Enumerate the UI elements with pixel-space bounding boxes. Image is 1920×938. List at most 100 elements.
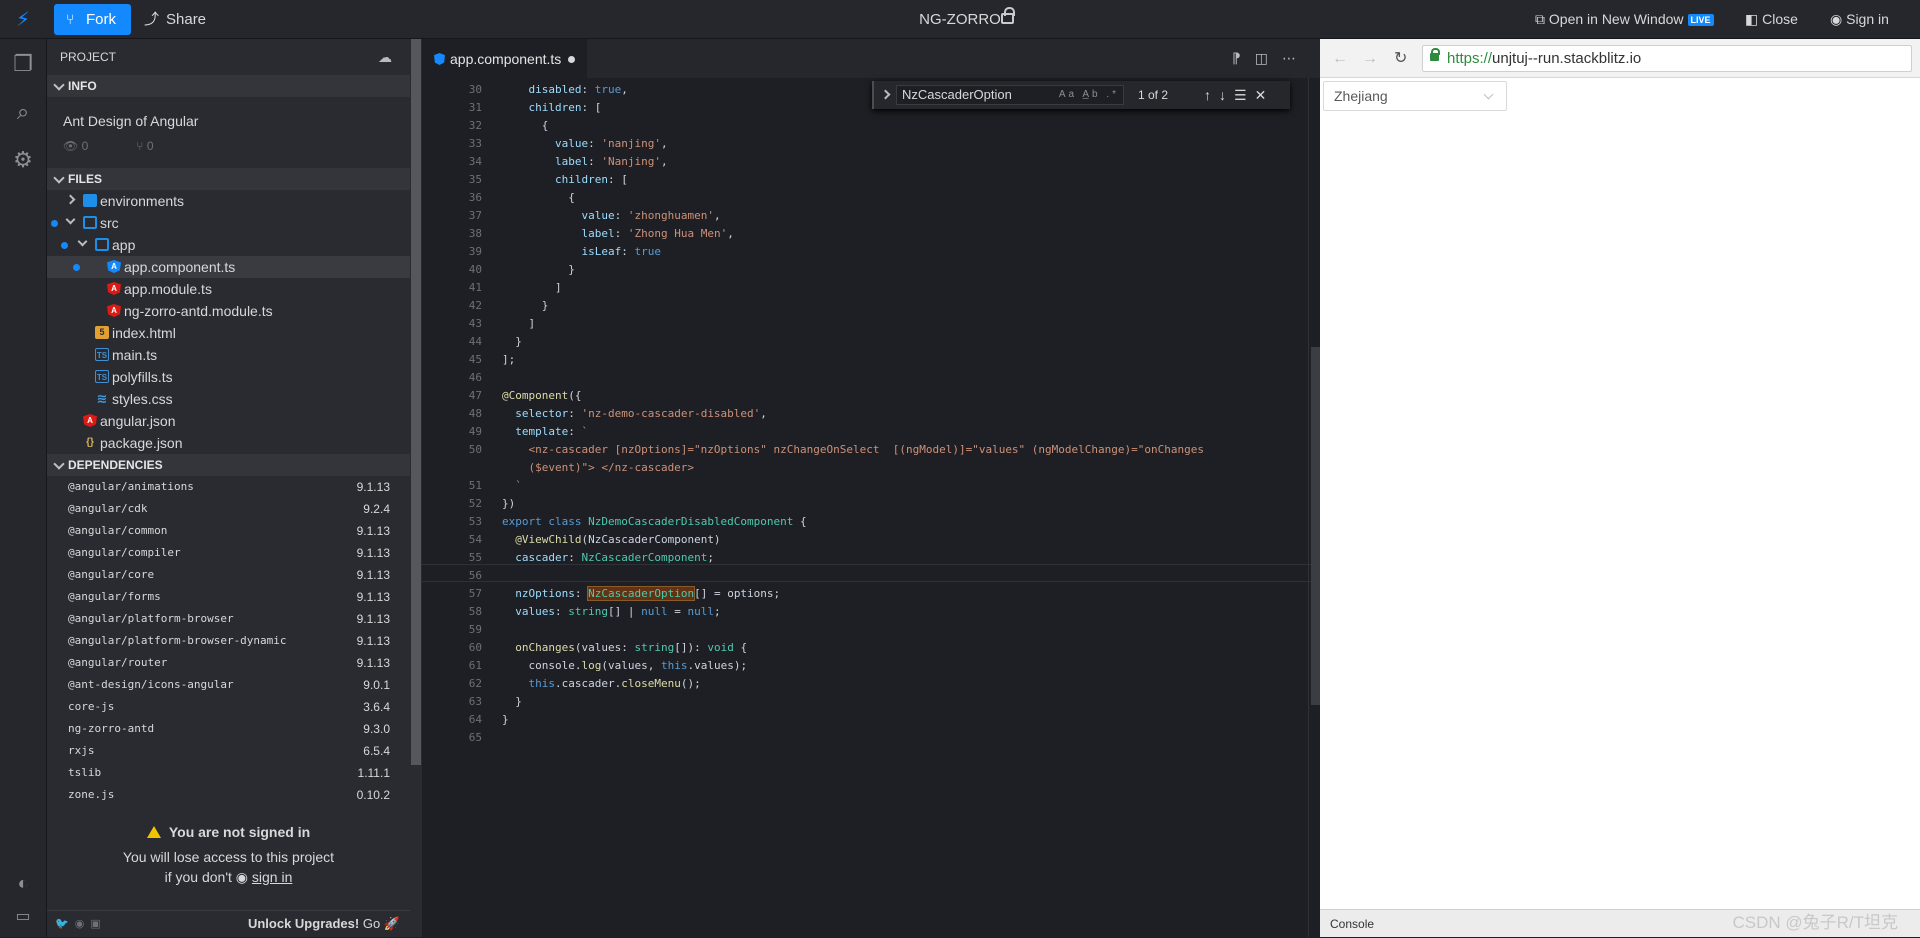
file-item[interactable]: src	[47, 212, 410, 234]
layout-icon[interactable]: ▭	[8, 902, 38, 932]
file-item[interactable]: environments	[47, 190, 410, 212]
unlock-upgrades-link[interactable]: Unlock Upgrades! Go 🚀	[248, 916, 400, 932]
find-input[interactable]: NzCascaderOptionAa A̲b .*	[896, 85, 1124, 105]
line-number: 58	[430, 603, 482, 621]
tab-app-component[interactable]: app.component.ts	[422, 39, 587, 78]
code-line: {	[502, 189, 575, 207]
file-item[interactable]: Aapp.module.ts	[47, 278, 410, 300]
toggle-replace-icon[interactable]	[881, 90, 891, 100]
dependency-version: 9.1.13	[357, 542, 390, 564]
code-line: template: `	[502, 423, 588, 441]
sign-in-button[interactable]: ◉ Sign in	[1830, 0, 1889, 39]
code-line: @Component({	[502, 387, 581, 405]
search-icon[interactable]: ⌕	[8, 97, 38, 127]
dependency-name: tslib	[68, 762, 101, 784]
file-item[interactable]: TSmain.ts	[47, 344, 410, 366]
dependency-name: rxjs	[68, 740, 95, 762]
code-line: }	[502, 711, 509, 729]
refresh-icon[interactable]: ↻	[1394, 39, 1407, 78]
editor-scroll-thumb[interactable]	[1311, 347, 1320, 705]
html-icon: 5	[95, 326, 109, 339]
angular-icon	[434, 53, 445, 65]
file-item[interactable]: TSpolyfills.ts	[47, 366, 410, 388]
line-number: 63	[430, 693, 482, 711]
dependency-item[interactable]: @angular/forms9.1.13	[47, 586, 410, 608]
dependency-item[interactable]: @angular/cdk9.2.4	[47, 498, 410, 520]
find-options[interactable]: Aa A̲b .*	[1059, 86, 1119, 104]
dependency-item[interactable]: rxjs6.5.4	[47, 740, 410, 762]
preview-pane: ← → ↻ https://unjtuj--run.stackblitz.io …	[1320, 39, 1920, 937]
close-find-icon: ✕	[1255, 87, 1275, 103]
find-in-selection-icon: ☰	[1234, 87, 1255, 103]
open-new-window-button[interactable]: ⧉ Open in New WindowLIVE	[1535, 0, 1714, 39]
format-icon[interactable]: ⁋	[1232, 50, 1255, 66]
dependency-item[interactable]: zone.js0.10.2	[47, 784, 410, 806]
find-nav[interactable]: ↑↓☰✕	[1204, 81, 1274, 109]
stackblitz-logo-icon[interactable]: ⚡	[10, 8, 36, 32]
dependencies-section-header[interactable]: DEPENDENCIES	[47, 454, 410, 476]
files-icon[interactable]: ❐	[8, 49, 38, 79]
settings-gear-icon[interactable]: ⚙	[8, 145, 38, 175]
dependency-item[interactable]: @angular/animations9.1.13	[47, 476, 410, 498]
dependency-item[interactable]: @angular/router9.1.13	[47, 652, 410, 674]
url-input[interactable]: https://unjtuj--run.stackblitz.io	[1422, 45, 1912, 72]
info-section-header[interactable]: INFO	[47, 75, 410, 97]
dependency-item[interactable]: ng-zorro-antd9.3.0	[47, 718, 410, 740]
dependency-name: @angular/platform-browser-dynamic	[68, 630, 287, 652]
dependency-item[interactable]: @angular/common9.1.13	[47, 520, 410, 542]
fork-button[interactable]: ⑂Fork	[54, 4, 131, 35]
dependency-item[interactable]: @ant-design/icons-angular9.0.1	[47, 674, 410, 696]
social-icons[interactable]: 🐦◉▣	[55, 917, 107, 930]
dependency-name: @angular/forms	[68, 586, 161, 608]
fork-icon: ⑂	[66, 4, 86, 35]
back-icon[interactable]: ←	[1332, 39, 1348, 78]
cascader-select[interactable]: Zhejiang	[1323, 81, 1507, 111]
dependency-item[interactable]: @angular/compiler9.1.13	[47, 542, 410, 564]
sidebar-scroll-thumb[interactable]	[411, 39, 421, 765]
line-number: 55	[430, 549, 482, 567]
line-number: 54	[430, 531, 482, 549]
dependency-name: zone.js	[68, 784, 114, 806]
file-item[interactable]: app	[47, 234, 410, 256]
folder-open-icon	[83, 216, 97, 229]
files-section-header[interactable]: FILES	[47, 168, 410, 190]
split-editor-icon[interactable]: ◫	[1255, 50, 1282, 66]
line-number: 51	[430, 477, 482, 495]
dependency-item[interactable]: @angular/platform-browser9.1.13	[47, 608, 410, 630]
dependency-version: 3.6.4	[363, 696, 390, 718]
share-button[interactable]: ⤴Share	[144, 4, 206, 35]
line-number: 45	[430, 351, 482, 369]
sidebar-scrollbar[interactable]	[410, 39, 422, 937]
file-item[interactable]: Aapp.component.ts	[47, 256, 410, 278]
cloud-download-icon[interactable]: ☁	[378, 39, 392, 75]
editor-scrollbar[interactable]	[1308, 78, 1320, 937]
forward-icon[interactable]: →	[1362, 39, 1378, 78]
file-name: polyfills.ts	[112, 366, 173, 388]
close-button[interactable]: ◧ Close	[1745, 0, 1798, 39]
dependency-item[interactable]: @angular/core9.1.13	[47, 564, 410, 586]
github-icon: ◉	[1830, 11, 1846, 27]
top-bar: ⚡ ⑂Fork ⤴Share NG-ZORRO ⧉ Open in New Wi…	[0, 0, 1920, 39]
folder-icon	[83, 194, 97, 207]
file-item[interactable]: ≋styles.css	[47, 388, 410, 410]
dependency-item[interactable]: tslib1.11.1	[47, 762, 410, 784]
file-item[interactable]: Ang-zorro-antd.module.ts	[47, 300, 410, 322]
github-icon: ◉	[236, 869, 248, 885]
code-area[interactable]: disabled: true, children: [ { value: 'na…	[502, 78, 1292, 937]
file-item[interactable]: {}package.json	[47, 432, 410, 454]
code-line: this.cascader.closeMenu();	[502, 675, 701, 693]
dependency-name: @angular/platform-browser	[68, 608, 234, 630]
typescript-icon: TS	[95, 348, 109, 361]
dependency-item[interactable]: core-js3.6.4	[47, 696, 410, 718]
line-number: 42	[430, 297, 482, 315]
file-item[interactable]: Aangular.json	[47, 410, 410, 432]
external-window-icon: ⧉	[1535, 11, 1549, 27]
file-item[interactable]: 5index.html	[47, 322, 410, 344]
code-line: label: 'Zhong Hua Men',	[502, 225, 734, 243]
more-icon[interactable]: ⋯	[1282, 50, 1310, 66]
theme-toggle-icon[interactable]: ◐	[8, 868, 38, 898]
sign-in-link[interactable]: sign in	[252, 869, 292, 885]
lock-icon[interactable]	[1001, 13, 1014, 24]
dependency-item[interactable]: @angular/platform-browser-dynamic9.1.13	[47, 630, 410, 652]
line-number: 34	[430, 153, 482, 171]
